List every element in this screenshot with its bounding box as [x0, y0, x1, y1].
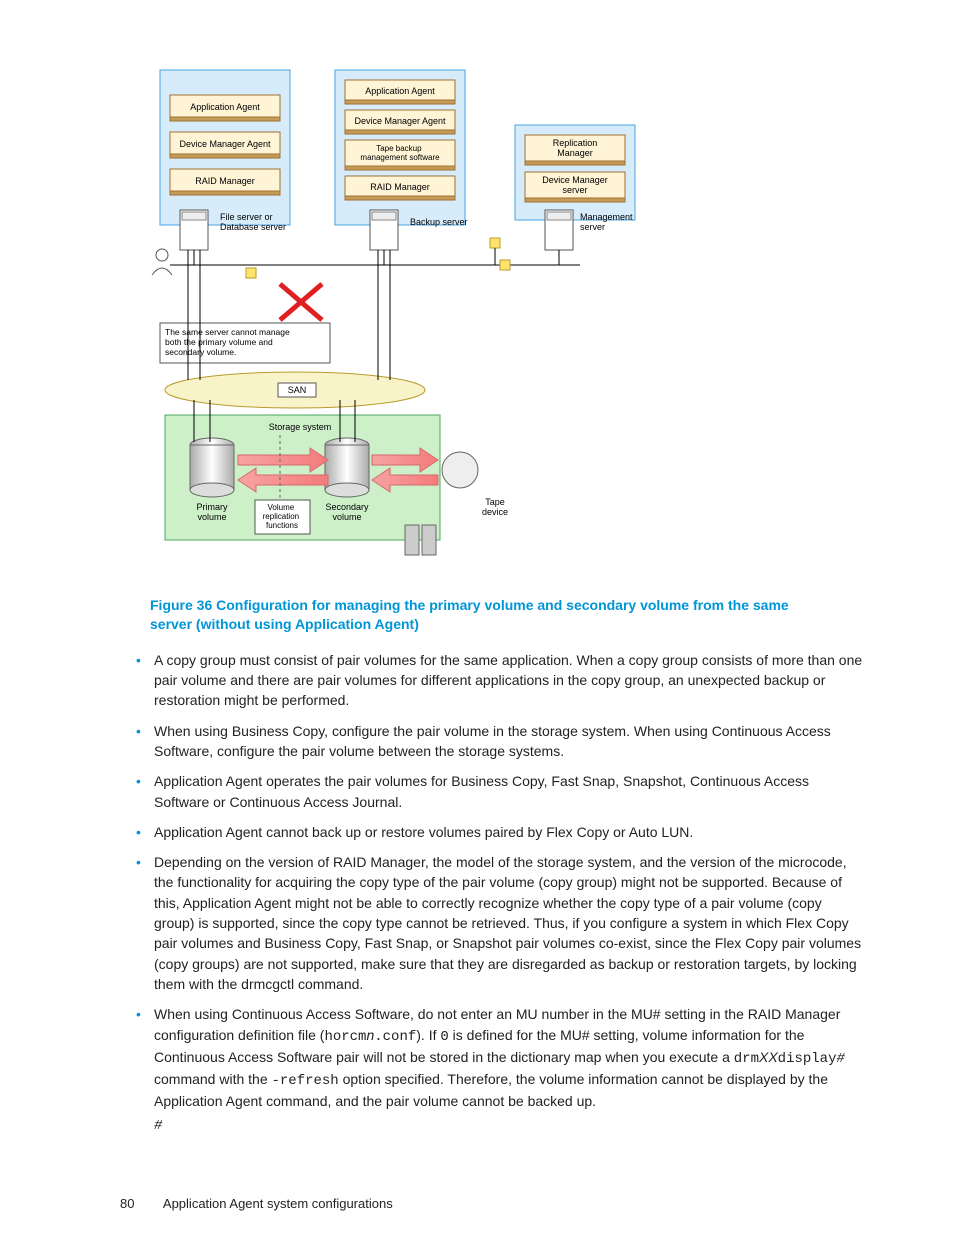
svg-text:Tapedevice: Tapedevice — [482, 497, 508, 517]
list-item: When using Continuous Access Software, d… — [130, 1004, 864, 1136]
label: Application Agent — [190, 102, 260, 112]
svg-text:Volume replication: Volume replication functions — [263, 503, 302, 530]
svg-text:SAN: SAN — [288, 385, 307, 395]
list-item: When using Business Copy, configure the … — [130, 721, 864, 762]
svg-text:Managementserver: Managementserver — [580, 212, 633, 232]
page-number: 80 — [120, 1196, 160, 1211]
svg-text:Application Agent: Application Agent — [365, 86, 435, 96]
footer-title: Application Agent system configurations — [163, 1196, 393, 1211]
svg-text:ReplicationManager: ReplicationManager — [553, 138, 598, 158]
list-item: Application Agent cannot back up or rest… — [130, 822, 864, 842]
list-item: A copy group must consist of pair volume… — [130, 650, 864, 711]
list-item: Depending on the version of RAID Manager… — [130, 852, 864, 994]
svg-text:Primaryvolume: Primaryvolume — [197, 502, 228, 522]
figure-caption: Figure 36 Configuration for managing the… — [150, 596, 834, 634]
svg-text:Storage system: Storage system — [269, 422, 332, 432]
svg-text:RAID Manager: RAID Manager — [370, 182, 430, 192]
figure-36-diagram: Application Agent Device Manager Agent R… — [150, 60, 864, 580]
bullet-list: A copy group must consist of pair volume… — [130, 650, 864, 1136]
svg-text:Device Manager Agent: Device Manager Agent — [354, 116, 446, 126]
label: RAID Manager — [195, 176, 255, 186]
list-item: Application Agent operates the pair volu… — [130, 771, 864, 812]
page-footer: 80 Application Agent system configuratio… — [120, 1196, 864, 1211]
footnote-marker: # — [154, 1116, 864, 1136]
label: Device Manager Agent — [179, 139, 271, 149]
svg-text:Backup server: Backup server — [410, 217, 468, 227]
